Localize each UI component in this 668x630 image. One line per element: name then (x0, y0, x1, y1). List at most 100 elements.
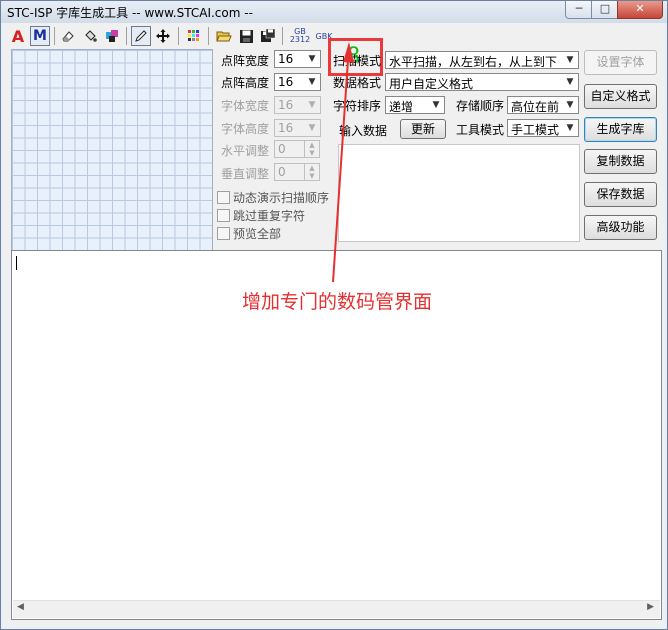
font-m-icon: M (33, 28, 47, 44)
generate-font-button[interactable]: 生成字库 (584, 117, 657, 142)
custom-format-button[interactable]: 自定义格式 (584, 84, 657, 109)
folder-open-icon (216, 31, 232, 42)
tool-mode-select[interactable]: 手工模式 ▼ (507, 119, 579, 137)
h-adjust-label: 水平调整 (221, 144, 270, 158)
toolbar-separator (126, 27, 127, 45)
data-format-value: 用户自定义格式 (389, 77, 474, 91)
storage-order-value: 高位在前 (511, 100, 560, 114)
maximize-icon: □ (599, 2, 611, 15)
eraser-button[interactable] (58, 26, 78, 46)
window-title: STC-ISP 字库生成工具 -- www.STCAI.com -- (7, 6, 253, 20)
save-button[interactable] (236, 26, 256, 46)
font-a-icon: A (11, 26, 25, 46)
dot-matrix-canvas[interactable] (11, 49, 213, 267)
font-height-label: 字体高度 (221, 122, 270, 136)
save-as-button[interactable] (258, 26, 278, 46)
font-m-button[interactable]: M (30, 26, 50, 46)
scroll-right-icon[interactable]: ▶ (647, 602, 654, 612)
minimize-icon: ─ (575, 2, 583, 15)
char-order-label: 字符排序 (333, 99, 382, 113)
toolbar-separator (178, 27, 179, 45)
input-data-field[interactable] (338, 144, 580, 242)
toolbar-separator (54, 27, 55, 45)
grid-color-button[interactable] (184, 26, 204, 46)
fill-button[interactable] (80, 26, 100, 46)
v-adjust-spinner[interactable]: 0 ▲ ▼ (274, 163, 320, 181)
font-height-select[interactable]: 16 ▼ (274, 119, 321, 137)
skip-duplicate-checkbox[interactable]: 跳过重复字符 (217, 207, 305, 224)
scan-mode-select[interactable]: 水平扫描，从左到右，从上到下 ▼ (385, 51, 579, 69)
data-format-label: 数据格式 (333, 76, 382, 90)
chevron-down-icon: ▼ (566, 77, 574, 87)
storage-order-select[interactable]: 高位在前 ▼ (507, 96, 579, 114)
v-adjust-value: 0 (278, 165, 286, 179)
font-width-value: 16 (278, 98, 294, 112)
h-adjust-value: 0 (278, 142, 286, 156)
dot-width-label: 点阵宽度 (221, 54, 270, 68)
tool-mode-label: 工具模式 (456, 123, 505, 137)
copy-data-button[interactable]: 复制数据 (584, 149, 657, 174)
client-area: A M GB 2312 GBK 8 点阵宽度 16 ▼ 点阵高度 16 ▼ 字体… (4, 23, 664, 626)
animate-scan-checkbox[interactable]: 动态演示扫描顺序 (217, 189, 329, 206)
chevron-down-icon: ▼ (566, 100, 574, 110)
chevron-down-icon: ▼ (566, 55, 574, 65)
chevron-down-icon: ▼ (308, 123, 316, 133)
input-data-label: 输入数据 (339, 124, 388, 138)
close-icon: ✕ (635, 2, 645, 15)
dot-width-value: 16 (278, 52, 294, 66)
eraser-icon (62, 31, 74, 42)
dot-width-select[interactable]: 16 ▼ (274, 50, 321, 68)
data-format-select[interactable]: 用户自定义格式 ▼ (385, 73, 579, 91)
checkbox-box[interactable] (217, 191, 230, 204)
gb2312-bottom-text: 2312 (289, 35, 311, 44)
app-window: STC-ISP 字库生成工具 -- www.STCAI.com -- ─ □ ✕… (0, 0, 668, 630)
preview-all-label: 预览全部 (233, 227, 282, 241)
floppy-disk-icon (239, 29, 253, 43)
pencil-button[interactable] (131, 26, 151, 46)
char-order-select[interactable]: 递增 ▼ (385, 96, 445, 114)
toolbar-separator (282, 27, 283, 45)
scan-mode-label: 扫描模式 (333, 54, 382, 68)
horizontal-scrollbar[interactable]: ◀ ▶ (13, 600, 660, 618)
font-height-value: 16 (278, 121, 294, 135)
title-bar[interactable]: STC-ISP 字库生成工具 -- www.STCAI.com -- ─ □ ✕ (1, 1, 667, 23)
font-a-button[interactable]: A (8, 26, 28, 46)
chevron-down-icon: ▼ (308, 100, 316, 110)
h-adjust-spinner[interactable]: 0 ▲ ▼ (274, 140, 320, 158)
spin-arrows-icon[interactable]: ▲ ▼ (304, 164, 319, 180)
preview-all-checkbox[interactable]: 预览全部 (217, 225, 281, 242)
checkbox-box[interactable] (217, 227, 230, 240)
char-order-value: 递增 (389, 100, 414, 114)
move-button[interactable] (153, 26, 173, 46)
chevron-down-icon: ▼ (308, 54, 316, 64)
save-as-icon (261, 28, 276, 42)
invert-button[interactable] (102, 26, 122, 46)
color-invert-icon (106, 30, 118, 42)
annotation-text: 增加专门的数码管界面 (242, 291, 433, 313)
animate-scan-label: 动态演示扫描顺序 (233, 191, 330, 205)
save-data-button[interactable]: 保存数据 (584, 182, 657, 207)
spin-arrows-icon[interactable]: ▲ ▼ (304, 141, 319, 157)
checkbox-box[interactable] (217, 209, 230, 222)
dot-height-label: 点阵高度 (221, 76, 270, 90)
close-button[interactable]: ✕ (617, 1, 663, 19)
maximize-button[interactable]: □ (591, 1, 619, 19)
color-grid-icon (188, 30, 199, 41)
open-button[interactable] (214, 26, 234, 46)
advanced-button[interactable]: 高级功能 (584, 215, 657, 240)
skip-duplicate-label: 跳过重复字符 (233, 209, 306, 223)
dot-height-select[interactable]: 16 ▼ (274, 73, 321, 91)
toolbar-separator (208, 27, 209, 45)
tool-mode-value: 手工模式 (511, 123, 560, 137)
scroll-left-icon[interactable]: ◀ (17, 602, 24, 612)
pencil-icon (135, 30, 147, 42)
storage-order-label: 存储顺序 (456, 99, 505, 113)
update-button[interactable]: 更新 (400, 119, 446, 139)
move-arrows-icon (156, 29, 170, 43)
gb2312-button[interactable]: GB 2312 (288, 26, 312, 46)
minimize-button[interactable]: ─ (565, 1, 593, 19)
set-font-button[interactable]: 设置字体 (584, 50, 657, 75)
font-width-select[interactable]: 16 ▼ (274, 96, 321, 114)
chevron-down-icon: ▼ (432, 100, 440, 110)
dot-height-value: 16 (278, 75, 294, 89)
